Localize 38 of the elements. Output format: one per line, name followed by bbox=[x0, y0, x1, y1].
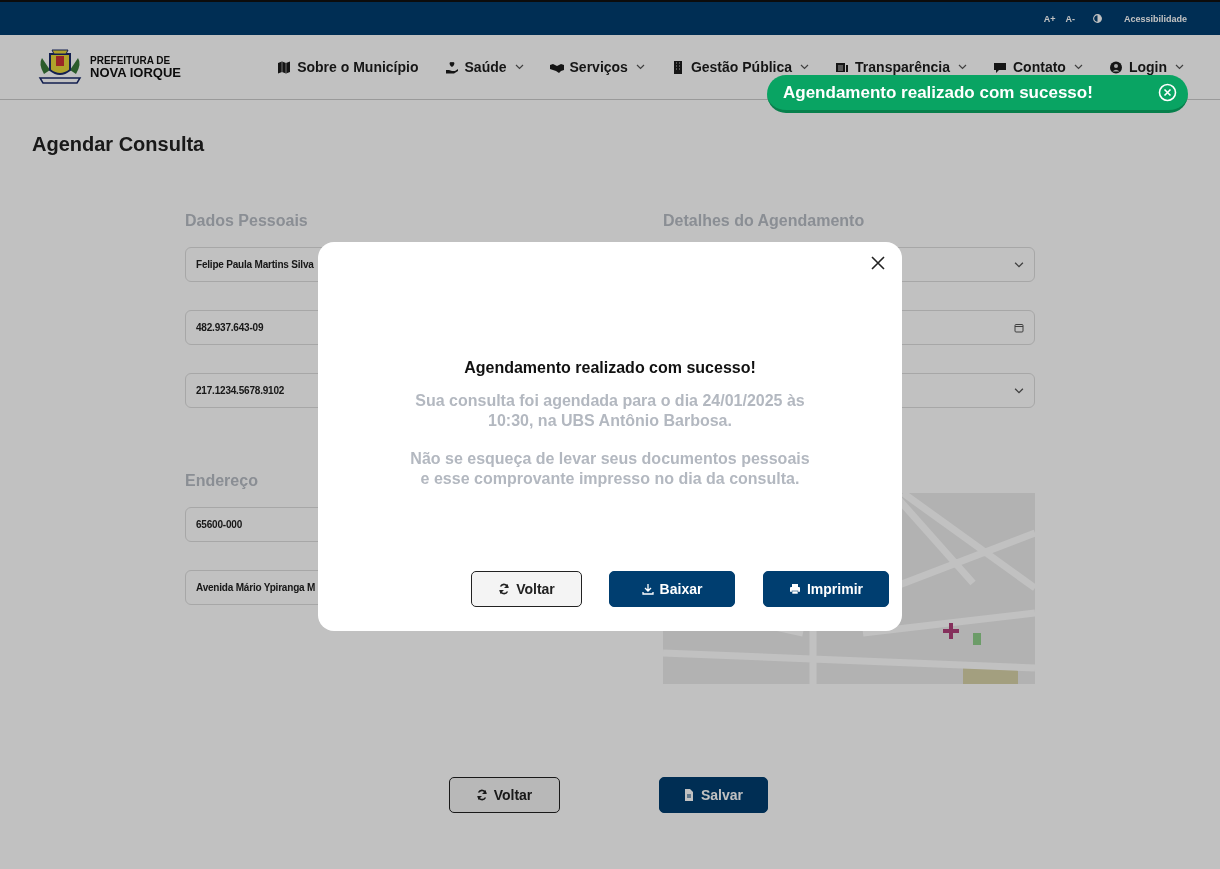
nav-link[interactable]: Contato bbox=[993, 59, 1083, 75]
download-button[interactable]: Baixar bbox=[609, 571, 735, 607]
nav-link[interactable]: Gestão Pública bbox=[670, 59, 810, 75]
printer-icon bbox=[789, 583, 801, 595]
modal-message: Sua consulta foi agendada para o dia 24/01/2025 às 10:30, na UBS Antônio Barbosa. bbox=[414, 391, 806, 430]
logo-text: PREFEITURA DE bbox=[90, 55, 172, 66]
accessibility-link[interactable]: Acessibilidade bbox=[1123, 13, 1187, 24]
nav-link[interactable]: Login bbox=[1108, 59, 1184, 75]
map-icon bbox=[277, 60, 292, 74]
refresh-icon bbox=[498, 583, 511, 595]
chat-icon bbox=[993, 60, 1007, 74]
download-icon bbox=[641, 583, 654, 595]
refresh-icon bbox=[475, 789, 488, 801]
hand-heart-icon bbox=[444, 60, 459, 74]
toast-message: Agendamento realizado com sucesso! bbox=[783, 82, 1093, 103]
nav-link[interactable]: Transparência bbox=[835, 59, 967, 75]
nav-link[interactable]: Serviços bbox=[549, 59, 645, 75]
back-button[interactable]: Voltar bbox=[471, 571, 582, 607]
chevron-down-icon bbox=[1014, 259, 1024, 270]
user-icon bbox=[1108, 60, 1123, 74]
modal-title: Agendamento realizado com sucesso! bbox=[464, 359, 756, 377]
nav-link[interactable]: Saúde bbox=[444, 59, 524, 75]
document-icon bbox=[682, 789, 695, 801]
print-button[interactable]: Imprimir bbox=[763, 571, 889, 607]
calendar-icon bbox=[1014, 322, 1024, 333]
contrast-icon[interactable] bbox=[1092, 14, 1102, 23]
newspaper-icon bbox=[835, 60, 850, 74]
nav-link[interactable]: Sobre o Município bbox=[277, 59, 419, 75]
logo-text: NOVA IORQUE bbox=[90, 65, 181, 79]
crest-icon bbox=[36, 48, 84, 86]
chevron-down-icon bbox=[1014, 385, 1024, 396]
modal-message: Não se esqueça de levar seus documentos pessoais e esse comprovante impresso no dia da consulta. bbox=[410, 449, 810, 488]
font-size-button[interactable]: A- bbox=[1065, 13, 1075, 24]
font-size-button[interactable]: A+ bbox=[1043, 13, 1056, 24]
page-title: Agendar Consulta bbox=[32, 133, 206, 156]
close-icon[interactable] bbox=[871, 256, 885, 270]
save-button[interactable]: Salvar bbox=[658, 777, 768, 813]
back-button[interactable]: Voltar bbox=[448, 777, 560, 813]
